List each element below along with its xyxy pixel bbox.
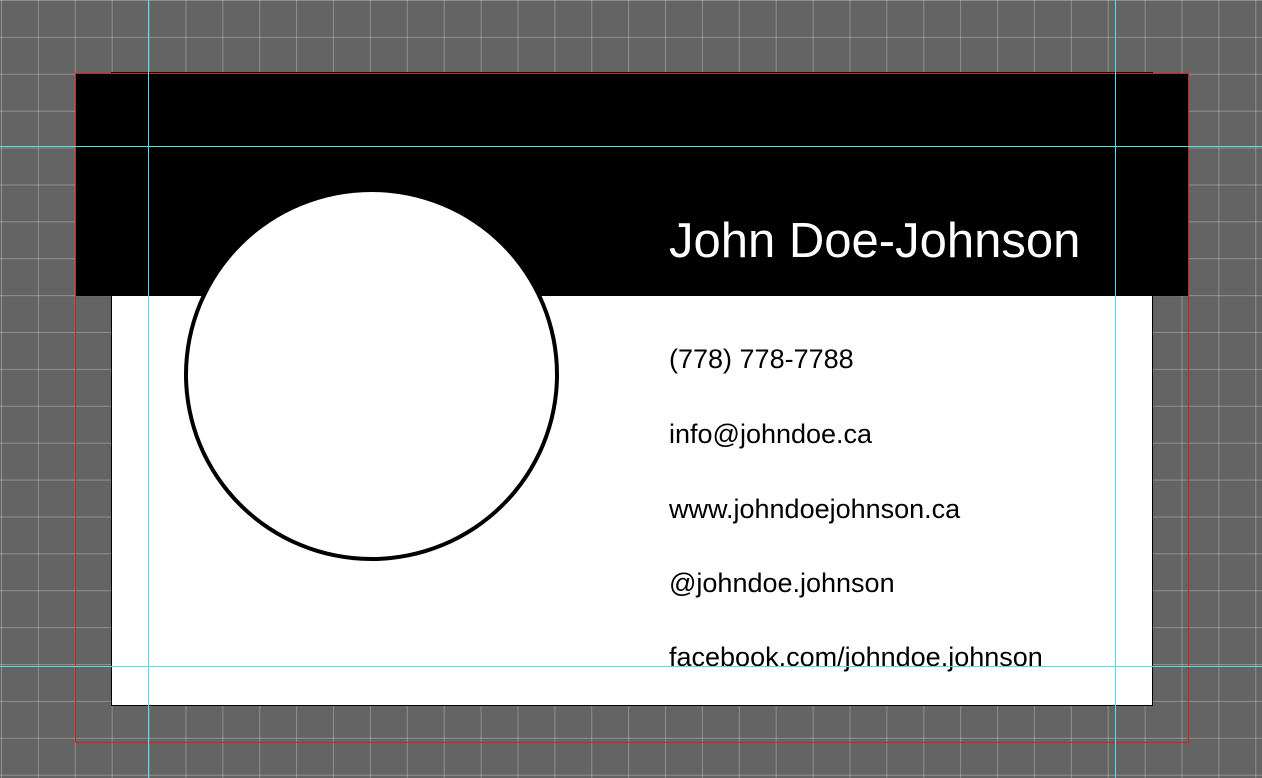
photo-placeholder-circle[interactable] [184, 188, 559, 561]
email-address[interactable]: info@johndoe.ca [669, 418, 872, 450]
phone-number[interactable]: (778) 778-7788 [669, 343, 854, 375]
design-canvas[interactable]: John Doe-Johnson (778) 778-7788 info@joh… [0, 0, 1262, 778]
social-handle[interactable]: @johndoe.johnson [669, 567, 895, 599]
card-name[interactable]: John Doe-Johnson [669, 212, 1080, 270]
facebook-url[interactable]: facebook.com/johndoe.johnson [669, 641, 1043, 673]
website-url[interactable]: www.johndoejohnson.ca [669, 493, 960, 525]
